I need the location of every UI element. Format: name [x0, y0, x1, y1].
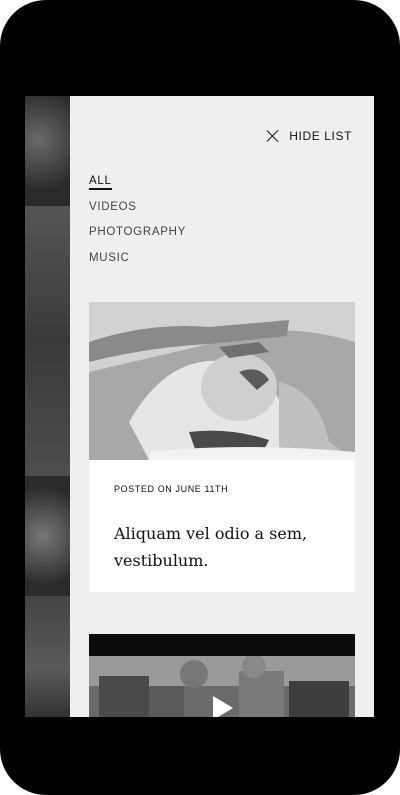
filter-label: VIDEOS — [89, 200, 137, 213]
filter-all[interactable]: ALL — [89, 172, 186, 198]
screen: HIDE LIST ALL VIDEOS PHOTOGRAPHY MUSIC P… — [25, 96, 374, 717]
hide-list-label: HIDE LIST — [289, 129, 352, 143]
background-image — [25, 206, 70, 476]
filter-panel: HIDE LIST ALL VIDEOS PHOTOGRAPHY MUSIC P… — [70, 96, 374, 717]
post-date: POSTED ON JUNE 11TH — [114, 484, 229, 494]
post-card[interactable]: POSTED ON JUNE 11TH Aliquam vel odio a s… — [89, 302, 355, 592]
post-title[interactable]: Aliquam vel odio a sem, vestibulum. — [114, 520, 339, 574]
background-image — [25, 96, 70, 206]
filter-photography[interactable]: PHOTOGRAPHY — [89, 223, 186, 249]
close-icon — [267, 130, 279, 142]
filter-label: ALL — [89, 175, 112, 190]
hide-list-button[interactable]: HIDE LIST — [267, 129, 352, 143]
portrait-image — [89, 302, 355, 460]
post-photo[interactable] — [89, 302, 355, 460]
background-image — [25, 596, 70, 717]
filter-label: MUSIC — [89, 251, 130, 264]
filter-videos[interactable]: VIDEOS — [89, 198, 186, 224]
filter-music[interactable]: MUSIC — [89, 249, 186, 275]
background-image — [25, 476, 70, 596]
device-frame: HIDE LIST ALL VIDEOS PHOTOGRAPHY MUSIC P… — [0, 0, 400, 795]
video-thumbnail[interactable] — [89, 656, 355, 717]
play-icon[interactable] — [213, 696, 233, 717]
filter-label: PHOTOGRAPHY — [89, 226, 186, 238]
background-gallery — [25, 96, 70, 717]
video-card[interactable] — [89, 634, 355, 717]
filter-list: ALL VIDEOS PHOTOGRAPHY MUSIC — [89, 172, 186, 274]
